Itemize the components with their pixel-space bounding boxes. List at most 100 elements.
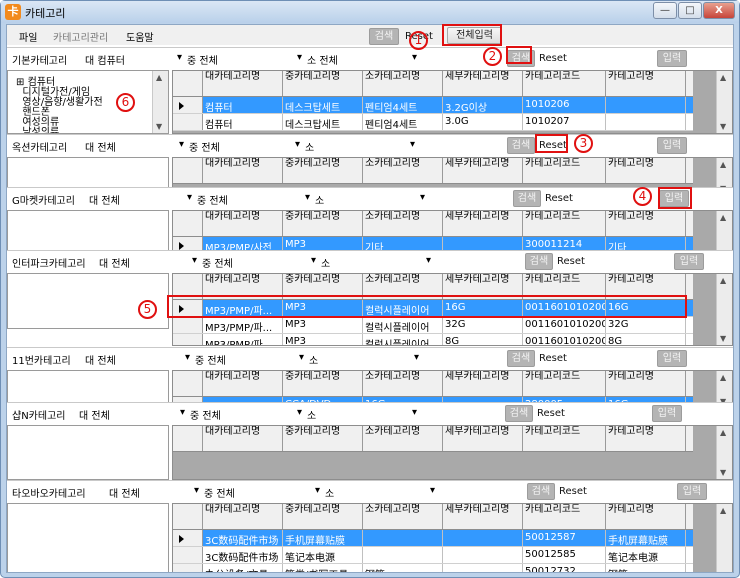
- dae-select[interactable]: 대 전체: [109, 485, 140, 500]
- column-header[interactable]: 대카테고리명: [203, 426, 283, 451]
- dropdown-arrow-icon[interactable]: ▾: [295, 139, 300, 150]
- grid-scrollbar[interactable]: ▲▼: [716, 426, 732, 479]
- tree-item[interactable]: 남성의류: [16, 123, 59, 133]
- grid-cell[interactable]: MP3/PMP/파...: [203, 334, 283, 345]
- grid-cell[interactable]: 1010207: [523, 114, 606, 130]
- search-button[interactable]: 검색: [525, 253, 553, 270]
- column-header[interactable]: 카테고리코드: [523, 71, 606, 96]
- column-header[interactable]: 대카테고리명: [203, 71, 283, 96]
- table-row[interactable]: 컴퓨터 데스크탑세트 펜티엄4세트 3.0G 1010207: [173, 114, 693, 131]
- column-header[interactable]: 중카테고리명: [283, 211, 363, 236]
- column-header[interactable]: 카테고리코드: [523, 371, 606, 396]
- so-select[interactable]: 소: [315, 192, 324, 207]
- grid-cell[interactable]: 001160101020003: [523, 317, 606, 333]
- dropdown-arrow-icon[interactable]: ▾: [177, 52, 182, 63]
- grid-cell[interactable]: [363, 530, 443, 546]
- menu-category-manage[interactable]: 카테고리관리: [53, 29, 108, 44]
- search-button[interactable]: 검색: [507, 137, 535, 154]
- grid-cell[interactable]: 50012585: [523, 547, 606, 563]
- dropdown-arrow-icon[interactable]: ▾: [180, 407, 185, 418]
- column-header[interactable]: 카테고리코드: [523, 158, 606, 183]
- reset-button[interactable]: Reset: [539, 353, 567, 364]
- grid-cell[interactable]: [363, 547, 443, 563]
- dropdown-arrow-icon[interactable]: ▾: [430, 485, 435, 496]
- grid-cell[interactable]: 컴퓨터: [203, 114, 283, 130]
- dropdown-arrow-icon[interactable]: ▾: [426, 255, 431, 266]
- column-header[interactable]: 중카테고리명: [283, 71, 363, 96]
- column-header[interactable]: 세부카테고리명: [443, 371, 523, 396]
- grid-cell[interactable]: 50012587: [523, 530, 606, 546]
- grid-cell[interactable]: 8G: [443, 334, 523, 345]
- dropdown-arrow-icon[interactable]: ▾: [414, 352, 419, 363]
- grid-cell[interactable]: 32G: [443, 317, 523, 333]
- grid-cell[interactable]: 컴퓨터: [203, 97, 283, 113]
- grid-cell[interactable]: 32G: [606, 317, 686, 333]
- grid-scrollbar[interactable]: ▲▼: [716, 274, 732, 345]
- dropdown-arrow-icon[interactable]: ▾: [187, 192, 192, 203]
- dae-select[interactable]: 대 컴퓨터: [85, 52, 125, 67]
- table-row[interactable]: 办公设备/文具笔类/书写工具钢笔50012732钢笔: [173, 564, 693, 572]
- input-button[interactable]: 입력: [674, 253, 704, 270]
- grid-cell[interactable]: [443, 547, 523, 563]
- dae-select[interactable]: 대 전체: [99, 255, 130, 270]
- jung-select[interactable]: 중 전체: [195, 352, 226, 367]
- column-header[interactable]: 카테고리명: [606, 426, 686, 451]
- menu-help[interactable]: 도움말: [126, 29, 154, 44]
- grid-cell[interactable]: [443, 530, 523, 546]
- column-header[interactable]: 대카테고리명: [203, 371, 283, 396]
- dropdown-arrow-icon[interactable]: ▾: [410, 139, 415, 150]
- grid-cell[interactable]: MP3: [283, 317, 363, 333]
- dropdown-arrow-icon[interactable]: ▾: [297, 407, 302, 418]
- category-grid[interactable]: 대카테고리명 중카테고리명 소카테고리명 세부카테고리명 카테고리코드 카테고리명 컴퓨터 데…: [172, 70, 733, 134]
- so-select[interactable]: 소: [325, 485, 334, 500]
- column-header[interactable]: 카테고리코드: [523, 211, 606, 236]
- so-select[interactable]: 소 전체: [307, 52, 338, 67]
- jung-select[interactable]: 중 전체: [189, 139, 220, 154]
- column-header[interactable]: 카테고리명: [606, 211, 686, 236]
- grid-cell[interactable]: 钢笔: [363, 564, 443, 572]
- column-header[interactable]: 카테고리명: [606, 504, 686, 529]
- dropdown-arrow-icon[interactable]: ▾: [412, 407, 417, 418]
- column-header[interactable]: 중카테고리명: [283, 158, 363, 183]
- column-header[interactable]: 카테고리명: [606, 71, 686, 96]
- input-button[interactable]: 입력: [657, 350, 687, 367]
- dropdown-arrow-icon[interactable]: ▾: [420, 192, 425, 203]
- grid-cell[interactable]: [606, 114, 686, 130]
- grid-cell[interactable]: 笔记本电源: [283, 547, 363, 563]
- column-header[interactable]: 소카테고리명: [363, 504, 443, 529]
- column-header[interactable]: 대카테고리명: [203, 158, 283, 183]
- grid-cell[interactable]: 8G: [606, 334, 686, 345]
- dropdown-arrow-icon[interactable]: ▾: [311, 255, 316, 266]
- reset-button[interactable]: Reset: [545, 193, 573, 204]
- grid-cell[interactable]: 3C数码配件市场: [203, 530, 283, 546]
- dropdown-arrow-icon[interactable]: ▾: [185, 352, 190, 363]
- column-header[interactable]: 카테고리명: [606, 371, 686, 396]
- jung-select[interactable]: 중 전체: [197, 192, 228, 207]
- grid-cell[interactable]: 3.0G: [443, 114, 523, 130]
- table-row[interactable]: 3C数码配件市场 笔记本电源 50012585 笔记本电源: [173, 547, 693, 564]
- column-header[interactable]: 카테고리코드: [523, 426, 606, 451]
- grid-cell[interactable]: 펜티엄4세트: [363, 114, 443, 130]
- grid-cell[interactable]: 办公设备/文具: [203, 564, 283, 572]
- input-button[interactable]: 입력: [652, 405, 682, 422]
- maximize-button[interactable]: □: [678, 2, 702, 19]
- reset-button[interactable]: Reset: [537, 408, 565, 419]
- grid-cell[interactable]: 1010206: [523, 97, 606, 113]
- category-grid[interactable]: 대카테고리명중카테고리명소카테고리명세부카테고리명카테고리코드카테고리명 ▲▼: [172, 425, 733, 480]
- reset-button[interactable]: Reset: [557, 256, 585, 267]
- dae-select[interactable]: 대 전체: [85, 352, 116, 367]
- grid-cell[interactable]: 手机屏幕贴膜: [283, 530, 363, 546]
- jung-select[interactable]: 중 전체: [202, 255, 233, 270]
- search-button[interactable]: 검색: [507, 350, 535, 367]
- dae-select[interactable]: 대 전체: [85, 139, 116, 154]
- so-select[interactable]: 소: [307, 407, 316, 422]
- grid-scrollbar[interactable]: ▲▼: [716, 71, 732, 133]
- column-header[interactable]: 소카테고리명: [363, 211, 443, 236]
- tree-panel[interactable]: [7, 503, 169, 572]
- dropdown-arrow-icon[interactable]: ▾: [315, 485, 320, 496]
- column-header[interactable]: 대카테고리명: [203, 504, 283, 529]
- grid-cell[interactable]: 50012732: [523, 564, 606, 572]
- table-row[interactable]: MP3/PMP/파...MP3컬럭시플레이어8G0011601010200018…: [173, 334, 693, 345]
- search-button[interactable]: 검색: [513, 190, 541, 207]
- column-header[interactable]: 중카테고리명: [283, 371, 363, 396]
